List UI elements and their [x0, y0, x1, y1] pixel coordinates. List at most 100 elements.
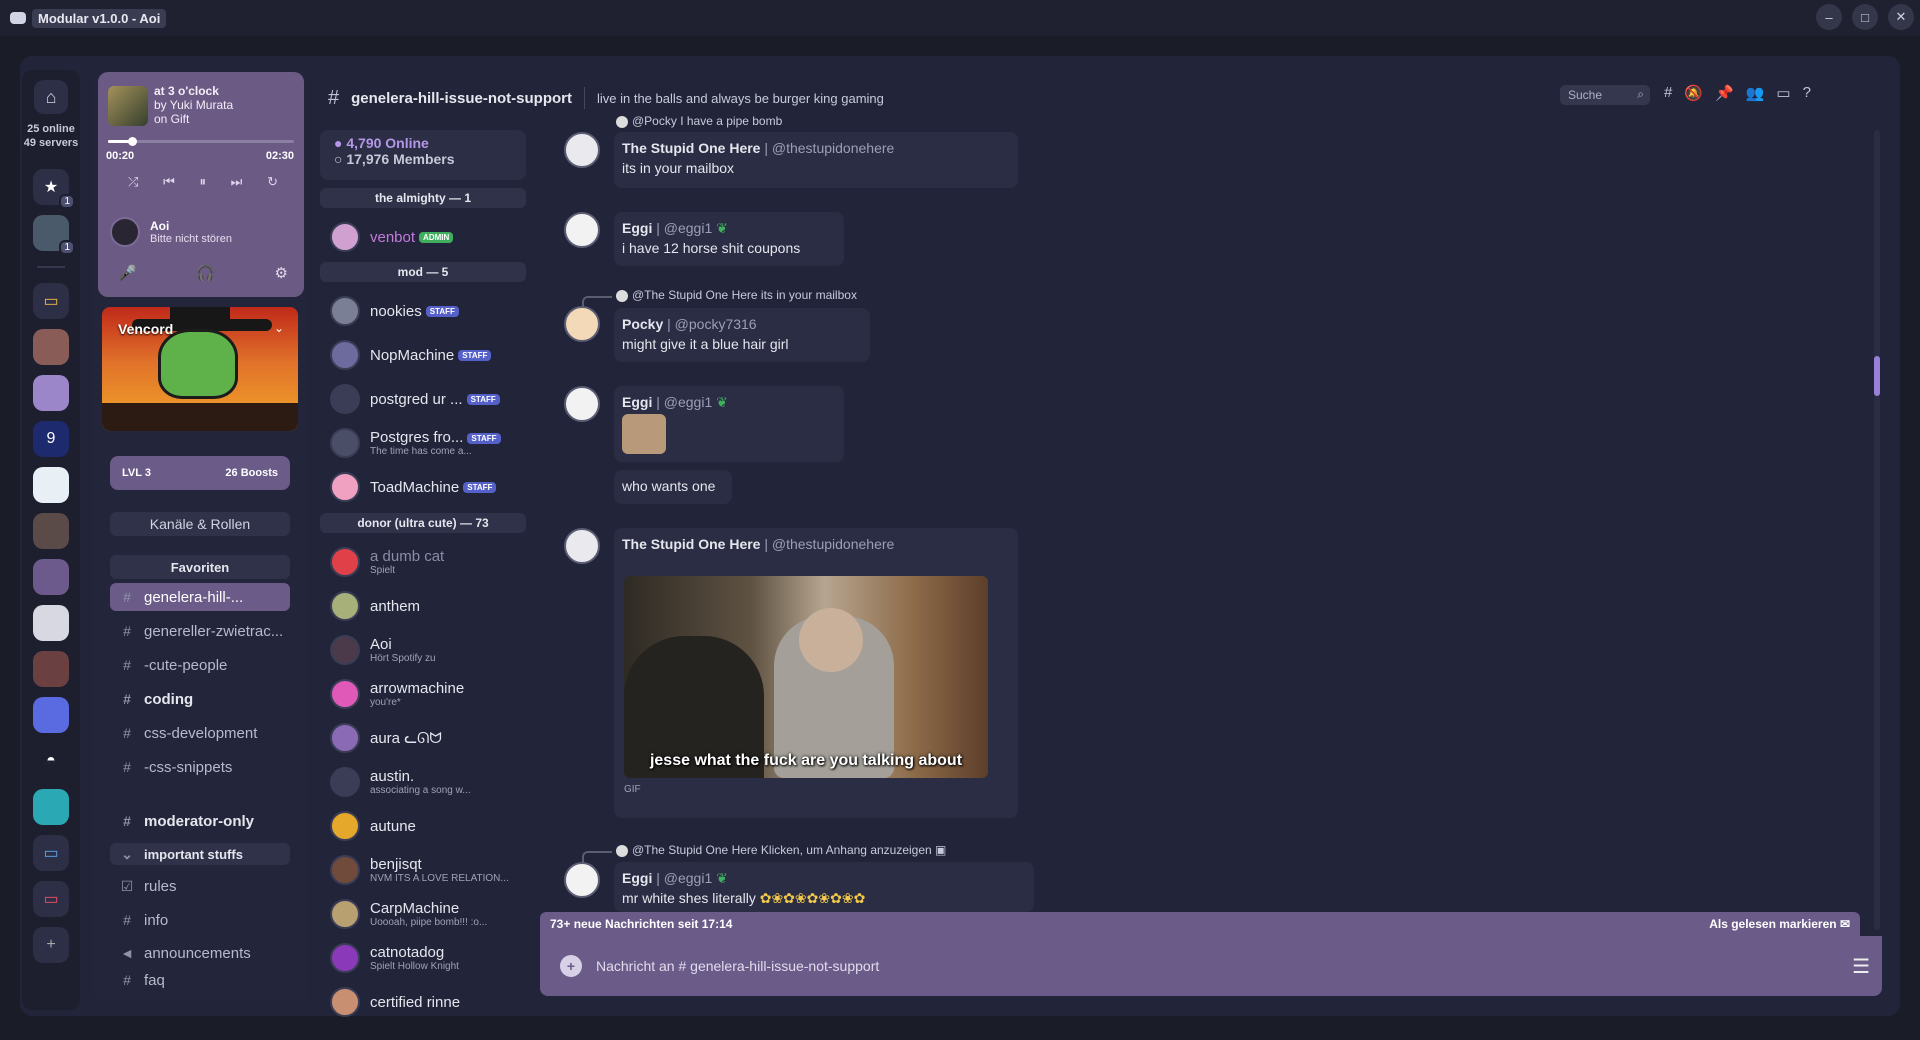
member-row[interactable]: arrowmachine you're* — [330, 675, 526, 713]
server-icon[interactable] — [33, 513, 69, 549]
track-album[interactable]: on Gift — [154, 112, 233, 126]
member-row[interactable]: catnotadog Spielt Hollow Knight — [330, 939, 526, 977]
reply-preview[interactable]: @The Stupid One Here its in your mailbox — [616, 288, 857, 302]
folder-icon[interactable]: ▭ — [33, 881, 69, 917]
help-icon[interactable]: ? — [1803, 84, 1811, 102]
server-icon[interactable]: 1 — [33, 215, 75, 255]
track-artist[interactable]: by Yuki Murata — [154, 98, 233, 112]
shuffle-icon[interactable]: ⤮ — [128, 174, 138, 190]
mute-mic-icon[interactable]: 🎤 — [118, 264, 137, 282]
avatar[interactable] — [564, 306, 600, 342]
inbox-icon[interactable]: ▭ — [1776, 84, 1790, 102]
channel-item[interactable]: # coding — [110, 685, 290, 713]
minimize-icon[interactable]: – — [1816, 4, 1842, 30]
channel-item[interactable]: # -cute-people — [110, 651, 290, 679]
folder-icon[interactable]: ▭ — [33, 283, 69, 319]
message-author[interactable]: Eggi — [622, 394, 652, 410]
avatar[interactable] — [564, 528, 600, 564]
channel-item[interactable]: # -css-snippets — [110, 753, 290, 781]
server-icon[interactable] — [33, 329, 69, 365]
member-row[interactable]: CarpMachine Uoooah, piipe bomb!!! :o... — [330, 895, 526, 933]
avatar[interactable] — [110, 217, 140, 247]
gear-icon[interactable]: ⚙ — [275, 264, 288, 282]
pause-icon[interactable]: ⏸ — [199, 174, 206, 190]
reply-preview[interactable]: @Pocky I have a pipe bomb — [616, 114, 782, 128]
message-author[interactable]: Eggi — [622, 220, 652, 236]
repeat-icon[interactable]: ↻ — [267, 174, 278, 190]
members-icon[interactable]: 👥 — [1746, 84, 1765, 102]
attach-plus-icon[interactable]: + — [560, 955, 582, 977]
server-icon[interactable] — [33, 789, 69, 825]
server-icon[interactable] — [33, 697, 69, 733]
folder-icon[interactable]: ▭ — [33, 835, 69, 871]
channel-item[interactable]: # genereller-zwietrac... — [110, 617, 290, 645]
server-banner[interactable]: Vencord ⌄ — [102, 307, 298, 431]
search-input[interactable]: Suche ⌕ — [1560, 85, 1650, 105]
server-icon[interactable]: 9 — [33, 421, 69, 457]
home-icon[interactable]: ⌂ — [34, 80, 68, 114]
member-row[interactable]: NopMachine STAFF — [330, 336, 526, 374]
member-row[interactable]: autune — [330, 807, 526, 845]
server-name[interactable]: Vencord — [118, 321, 173, 337]
channel-item[interactable]: ☑ rules — [110, 872, 290, 900]
new-messages-bar[interactable]: 73+ neue Nachrichten seit 17:14 Als gele… — [540, 912, 1860, 936]
category-header[interactable]: ⌄ important stuffs — [110, 843, 290, 865]
chevron-down-icon[interactable]: ⌄ — [274, 321, 284, 335]
channels-roles-button[interactable]: Kanäle & Rollen — [110, 512, 290, 536]
gif-attachment[interactable]: jesse what the fuck are you talking abou… — [624, 576, 988, 778]
track-title[interactable]: at 3 o'clock — [154, 84, 233, 98]
maximize-icon[interactable]: □ — [1852, 4, 1878, 30]
boost-progress[interactable]: LVL 3 26 Boosts — [110, 456, 290, 490]
vencord-server-icon[interactable] — [33, 375, 69, 411]
member-row[interactable]: benjisqt NVM ITS A LOVE RELATION... — [330, 851, 526, 889]
server-icon[interactable] — [33, 467, 69, 503]
channel-item[interactable]: ◄ announcements — [110, 939, 290, 967]
member-row[interactable]: anthem — [330, 587, 526, 625]
channel-item[interactable]: # moderator-only — [110, 807, 290, 835]
channel-item[interactable]: # genelera-hill-... — [110, 583, 290, 611]
message-author[interactable]: The Stupid One Here — [622, 536, 760, 552]
close-icon[interactable]: ✕ — [1888, 4, 1914, 30]
channel-item[interactable]: # faq — [110, 970, 290, 990]
channel-item[interactable]: # info — [110, 906, 290, 934]
previous-icon[interactable]: ⏮ — [163, 174, 175, 190]
message-author[interactable]: Pocky — [622, 316, 663, 332]
member-row[interactable]: nookies STAFF — [330, 292, 526, 330]
favorites-star-icon[interactable]: ★ 1 — [33, 169, 75, 209]
server-icon[interactable] — [33, 605, 69, 641]
deafen-icon[interactable]: 🎧 — [196, 264, 215, 282]
member-row[interactable]: certified rinne — [330, 983, 526, 1021]
chat-scrollbar[interactable] — [1874, 130, 1880, 930]
mute-icon[interactable]: 🔕 — [1684, 84, 1703, 102]
member-row[interactable]: Postgres fro... STAFF The time has come a.… — [330, 424, 526, 462]
avatar[interactable] — [564, 862, 600, 898]
server-icon[interactable] — [33, 651, 69, 687]
server-icon[interactable] — [33, 559, 69, 595]
pin-icon[interactable]: 📌 — [1715, 84, 1734, 102]
member-row[interactable]: austin. associating a song w... — [330, 763, 526, 801]
avatar[interactable] — [564, 386, 600, 422]
member-row[interactable]: Aoi Hört Spotify zu — [330, 631, 526, 669]
message-author[interactable]: The Stupid One Here — [622, 140, 760, 156]
member-row[interactable]: a dumb cat Spielt — [330, 543, 526, 581]
channel-item[interactable]: # css-development — [110, 719, 290, 747]
menu-icon[interactable]: ☰ — [1852, 954, 1870, 979]
reply-preview[interactable]: @The Stupid One Here Klicken, um Anhang … — [616, 843, 946, 857]
seek-knob[interactable] — [128, 137, 138, 146]
scroll-thumb[interactable] — [1874, 356, 1880, 396]
add-server-icon[interactable]: + — [33, 927, 69, 963]
seek-bar[interactable] — [108, 137, 294, 146]
avatar[interactable] — [564, 132, 600, 168]
avatar[interactable] — [564, 212, 600, 248]
member-row[interactable]: postgred ur ... STAFF — [330, 380, 526, 418]
next-icon[interactable]: ⏭ — [231, 174, 243, 190]
mark-read-button[interactable]: Als gelesen markieren ✉ — [1709, 917, 1850, 931]
cat-emoji-image[interactable] — [622, 414, 666, 454]
channel-topic[interactable]: live in the balls and always be burger k… — [597, 91, 884, 106]
message-author[interactable]: Eggi — [622, 870, 652, 886]
server-icon[interactable]: ◓ — [33, 743, 69, 779]
member-row[interactable]: aura ᓚᘏᗢ — [330, 719, 526, 757]
member-row[interactable]: venbot ADMIN — [330, 218, 526, 256]
message-input[interactable]: Nachricht an # genelera-hill-issue-not-s… — [596, 958, 879, 974]
threads-icon[interactable]: # — [1664, 84, 1672, 102]
